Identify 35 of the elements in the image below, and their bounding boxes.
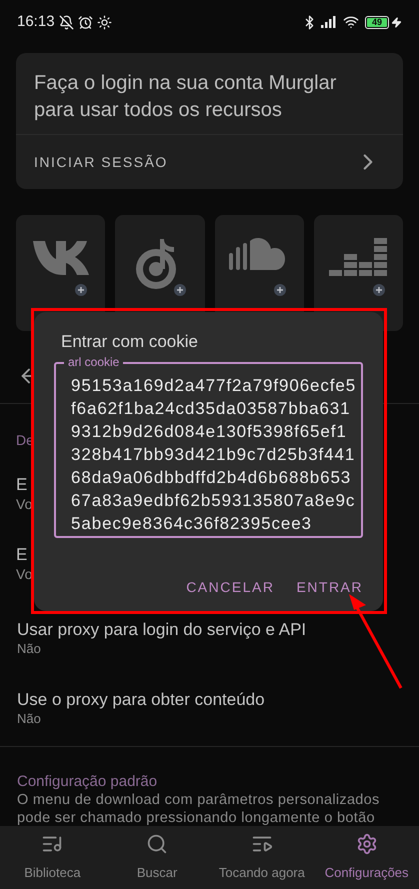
nav-tab[interactable]: Biblioteca: [0, 826, 105, 889]
sun-icon: [96, 14, 112, 30]
add-badge-icon: [174, 284, 186, 296]
add-badge-icon: [75, 284, 87, 296]
add-badge-icon: [372, 284, 385, 296]
nav-tab[interactable]: Buscar: [104, 826, 210, 889]
setting-value: Não: [17, 640, 42, 658]
setting-title: Use o proxy para obter conteúdo: [17, 690, 266, 710]
add-badge-icon: [274, 284, 286, 296]
battery-icon: 49: [365, 16, 389, 28]
setting-row[interactable]: Use o proxy para obter conteúdo Não: [17, 690, 402, 728]
setting-title: Usar proxy para login do serviço e API: [17, 620, 308, 640]
login-message: Faça o login na sua conta Murglar para usar todos os recursos: [33, 71, 338, 123]
clock-time: 16:13: [17, 12, 55, 32]
setting-value: Não: [17, 710, 42, 728]
nav-tab[interactable]: Tocando agora: [210, 826, 314, 889]
search-icon: [146, 832, 168, 855]
setting-title: E: [16, 475, 28, 495]
setting-title: E: [16, 545, 28, 565]
charging-icon: [391, 16, 402, 28]
alarm-icon: [78, 14, 93, 30]
cancel-button[interactable]: CANCELAR: [186, 572, 274, 602]
setting-row[interactable]: Usar proxy para login do serviço e API Não: [17, 620, 402, 658]
settings-icon: [356, 832, 378, 855]
nav-tab[interactable]: Configurações: [314, 826, 419, 889]
dialog-title: Entrar com cookie: [61, 331, 199, 353]
sign-in-button[interactable]: INICIAR SESSÃO: [16, 135, 403, 189]
equalizer-logo-icon: [329, 237, 388, 277]
wifi-icon: [343, 14, 359, 30]
field-label: arl cookie: [64, 354, 124, 368]
login-button[interactable]: ENTRAR: [296, 572, 363, 602]
signal-icon: [321, 16, 337, 28]
section-description: O menu de download com parâmetros personalizados pode ser chamado pressionando longamente o botão: [17, 791, 381, 827]
muted-bell-icon: [58, 14, 74, 30]
section-header: Configuração padrão: [17, 772, 158, 791]
